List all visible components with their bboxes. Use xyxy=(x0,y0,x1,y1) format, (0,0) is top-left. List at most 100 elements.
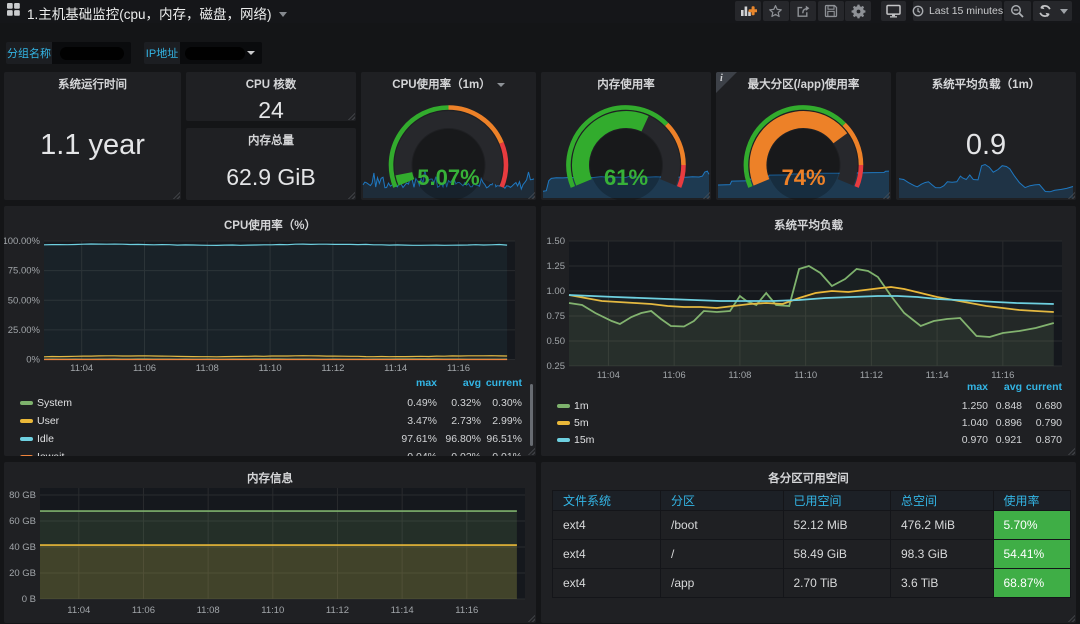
legend-col-current[interactable]: current xyxy=(1002,381,1062,393)
panel-title-mem-total[interactable]: 内存总量 xyxy=(186,132,356,148)
resize-handle[interactable] xyxy=(702,191,710,199)
resize-handle[interactable] xyxy=(527,447,535,455)
legend-row-5m[interactable]: 5m 1.040 0.896 0.790 xyxy=(541,415,1076,433)
series-name[interactable]: 15m xyxy=(574,434,594,446)
series-name[interactable]: User xyxy=(37,415,59,427)
disk-table: 文件系统 分区 已用空间 总空间 使用率 ext4/boot 52.12 MiB 476.2 … xyxy=(552,490,1071,598)
refresh-icon xyxy=(1038,4,1051,18)
navbar: 1.主机基础监控(cpu，内存，磁盘，网络) Last 15 minutes xyxy=(0,0,1080,23)
panel-title-cpu-cores[interactable]: CPU 核数 xyxy=(186,76,356,92)
legend-row-15m[interactable]: 15m 0.970 0.921 0.870 xyxy=(541,432,1076,450)
mem-total-value: 62.9 GiB xyxy=(226,164,316,190)
panel-cpu-gauge[interactable]: CPU使用率（1m） 5.07% xyxy=(361,72,536,200)
disk-table-header-使用率[interactable]: 使用率 xyxy=(992,490,1071,511)
legend-row-Idle[interactable]: Idle 97.61% 96.80% 96.51% xyxy=(4,431,536,449)
series-color-icon xyxy=(20,437,33,441)
resize-handle[interactable] xyxy=(347,112,355,120)
disk-table-header-分区[interactable]: 分区 xyxy=(660,490,784,511)
disk-table-cell: 3.6 TiB xyxy=(890,568,994,598)
disk-table-cell: ext4 xyxy=(552,539,661,569)
svg-text:11:10: 11:10 xyxy=(794,370,817,381)
dashboard-settings-button[interactable] xyxy=(845,1,871,21)
svg-text:11:04: 11:04 xyxy=(67,605,90,616)
svg-text:11:14: 11:14 xyxy=(384,363,407,374)
star-dashboard-button[interactable] xyxy=(762,1,789,21)
panel-app-gauge[interactable]: i 最大分区(/app)使用率 74% xyxy=(716,72,891,200)
disk-table-header-文件系统[interactable]: 文件系统 xyxy=(552,490,661,511)
panel-title-disk-table[interactable]: 各分区可用空间 xyxy=(541,470,1076,486)
svg-text:11:06: 11:06 xyxy=(133,363,156,374)
variable-label-ip: IP地址 xyxy=(144,42,180,64)
svg-text:50.00%: 50.00% xyxy=(8,295,41,306)
panel-load-chart[interactable]: 系统平均负载 0.25 0.50 0.75 1.00 1.25 1.50 11:04 11:0… xyxy=(541,206,1076,456)
svg-text:11:16: 11:16 xyxy=(455,605,478,616)
resize-handle[interactable] xyxy=(1067,614,1075,622)
svg-text:11:06: 11:06 xyxy=(132,605,155,616)
panel-disk-table[interactable]: 各分区可用空间 文件系统 分区 已用空间 总空间 使用率 ext4/boot 52.12 M… xyxy=(541,462,1076,623)
series-name[interactable]: Iowait xyxy=(37,451,64,457)
series-color-icon xyxy=(557,438,570,442)
cpu-cores-value: 24 xyxy=(258,97,284,121)
svg-text:11:04: 11:04 xyxy=(597,370,620,381)
time-picker-button[interactable]: Last 15 minutes xyxy=(912,1,1003,21)
zoom-out-icon xyxy=(1010,4,1024,18)
legend-col-current[interactable]: current xyxy=(462,377,522,389)
dashboard-title[interactable]: 1.主机基础监控(cpu，内存，磁盘，网络) xyxy=(27,3,287,23)
panel-cpu-chart[interactable]: CPU使用率（%） 0% 25.00% 50.00% 75.00% 100.00% 11:… xyxy=(4,206,536,456)
series-name[interactable]: 1m xyxy=(574,400,589,412)
disk-table-cell: 68.87% xyxy=(992,568,1071,598)
legend-scrollbar[interactable] xyxy=(530,384,533,446)
resize-handle[interactable] xyxy=(527,191,535,199)
cycle-view-mode-button[interactable] xyxy=(881,1,906,21)
star-icon xyxy=(769,4,782,17)
panel-load-stat[interactable]: 系统平均负载（1m） 0.9 xyxy=(896,72,1076,200)
add-panel-button[interactable] xyxy=(735,1,761,21)
series-name[interactable]: System xyxy=(37,397,72,409)
legend-row-User[interactable]: User 3.47% 2.73% 2.99% xyxy=(4,413,536,431)
disk-table-header-总空间[interactable]: 总空间 xyxy=(890,490,994,511)
resize-handle[interactable] xyxy=(172,191,180,199)
refresh-button[interactable] xyxy=(1033,1,1072,21)
disk-table-cell: /boot xyxy=(660,510,784,540)
resize-handle[interactable] xyxy=(1067,191,1075,199)
series-stat: 96.51% xyxy=(486,432,522,445)
panel-mem-total[interactable]: 内存总量 62.9 GiB xyxy=(186,128,356,200)
disk-table-cell: ext4 xyxy=(552,510,661,540)
series-name[interactable]: 5m xyxy=(574,417,589,429)
resize-handle[interactable] xyxy=(882,191,890,199)
resize-handle[interactable] xyxy=(347,191,355,199)
panel-mem-gauge[interactable]: 内存使用率 61% xyxy=(541,72,711,200)
legend-row-System[interactable]: System 0.49% 0.32% 0.30% xyxy=(4,395,536,413)
disk-table-cell: 476.2 MiB xyxy=(890,510,994,540)
resize-handle[interactable] xyxy=(1067,447,1075,455)
dashboard-title-caret-icon xyxy=(278,12,287,17)
panel-title-uptime[interactable]: 系统运行时间 xyxy=(4,76,181,92)
grafana-logo-icon[interactable] xyxy=(7,3,20,16)
mem-gauge-value: 61% xyxy=(603,165,649,190)
series-color-icon xyxy=(557,404,570,408)
legend-row-1m[interactable]: 1m 1.250 0.848 0.680 xyxy=(541,398,1076,416)
svg-text:1.25: 1.25 xyxy=(547,261,566,272)
legend-row-Iowait[interactable]: Iowait0.04%0.02%0.01% xyxy=(4,449,536,456)
disk-table-header-已用空间[interactable]: 已用空间 xyxy=(782,490,891,511)
series-color-icon xyxy=(557,421,570,425)
svg-text:11:08: 11:08 xyxy=(197,605,220,616)
svg-text:11:08: 11:08 xyxy=(196,363,219,374)
series-stat: 0.870 xyxy=(1035,433,1062,446)
panel-uptime[interactable]: 系统运行时间 1.1 year xyxy=(4,72,181,200)
resize-handle[interactable] xyxy=(527,614,535,622)
ip-dropdown-caret-icon xyxy=(247,51,255,55)
variable-value-ip[interactable] xyxy=(180,42,262,64)
svg-text:11:16: 11:16 xyxy=(447,363,470,374)
variable-value-group[interactable] xyxy=(52,42,131,64)
svg-text:11:14: 11:14 xyxy=(391,605,414,616)
panel-mem-chart[interactable]: 内存信息 0 B 20 GB 40 GB 60 GB 80 GB 11:04 11:06 11… xyxy=(4,462,536,623)
zoom-out-button[interactable] xyxy=(1004,1,1031,21)
share-icon xyxy=(797,5,809,17)
svg-text:1.00: 1.00 xyxy=(547,286,566,297)
panel-cpu-cores[interactable]: CPU 核数 24 xyxy=(186,72,356,121)
disk-table-cell: 5.70% xyxy=(992,510,1071,540)
share-dashboard-button[interactable] xyxy=(790,1,816,21)
series-name[interactable]: Idle xyxy=(37,433,54,445)
save-dashboard-button[interactable] xyxy=(817,1,844,21)
